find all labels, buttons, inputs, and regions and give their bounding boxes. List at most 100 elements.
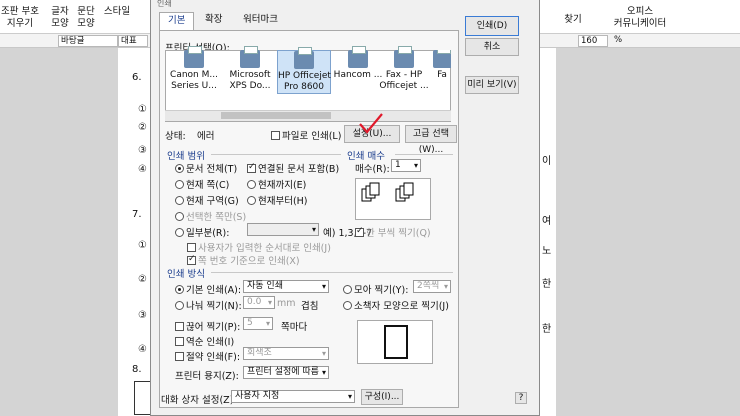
range-all-radio[interactable]: 문서 전체(T) <box>175 161 237 175</box>
doc-line: 한 <box>542 279 552 290</box>
doc-line: ④ <box>138 344 147 355</box>
doc-line: ③ <box>138 310 147 321</box>
doc-line: ① <box>138 240 147 251</box>
preview-button[interactable]: 미리 보기(V) <box>465 76 519 94</box>
doc-line: ② <box>138 122 147 133</box>
printer-item[interactable]: Fax - HP Officejet ... <box>377 46 431 92</box>
radio-icon <box>247 180 256 189</box>
split-print-radio[interactable]: 나눠 찍기(N): <box>175 298 242 312</box>
doc-line: ④ <box>138 164 147 175</box>
radio-icon <box>175 301 184 310</box>
style-select[interactable]: 바탕글 <box>58 35 118 47</box>
range-section-title: 인쇄 범위 <box>167 151 205 162</box>
checkbox-icon <box>187 243 196 252</box>
checkbox-icon <box>187 254 196 265</box>
radio-icon <box>175 180 184 189</box>
para-shape-button[interactable]: 문단 모양 <box>75 6 97 30</box>
printer-item[interactable]: Fa <box>433 50 451 81</box>
pages-radio[interactable]: 일부분(R): <box>175 225 229 239</box>
char-shape-button[interactable]: 글자 모양 <box>50 6 70 30</box>
doc-line: 이 <box>542 156 552 167</box>
printer-icon <box>433 50 451 68</box>
from-current-radio[interactable]: 현재부터(H) <box>247 193 308 207</box>
zoom-unit: % <box>614 35 623 45</box>
scrollbar-thumb[interactable] <box>221 112 331 119</box>
radio-icon <box>175 212 184 221</box>
checkbox-icon <box>175 352 184 361</box>
current-page-radio[interactable]: 현재 쪽(C) <box>175 177 229 191</box>
skip-suffix: 쪽마다 <box>281 322 308 333</box>
linked-docs-checkbox[interactable]: 연결된 문서 포함(B) <box>247 161 339 175</box>
printer-item[interactable]: Canon M... Series U... <box>167 46 221 92</box>
multi-page-select[interactable]: 2쪽씩 <box>413 280 451 293</box>
dialog-title: 인쇄 <box>157 0 172 8</box>
printer-item[interactable]: Microsoft XPS Do... <box>223 46 277 92</box>
dialog-settings-select[interactable]: 사용자 지정 <box>231 390 355 403</box>
doc-line: 여 <box>542 216 552 227</box>
radio-icon <box>343 285 352 294</box>
printer-icon <box>394 46 414 68</box>
skip-input[interactable]: 5 <box>243 317 273 330</box>
compose-button[interactable]: 구성(I)... <box>361 389 403 405</box>
save-print-select[interactable]: 회색조 <box>243 347 329 360</box>
style-button[interactable]: 스타일 <box>100 6 134 18</box>
printer-icon <box>240 46 260 68</box>
paper-select[interactable]: 프린터 설정에 따름 <box>243 366 329 379</box>
clear-markup-button[interactable]: 조판 부호 지우기 <box>0 6 40 30</box>
print-dialog: 인쇄 기본 확장 워터마크 프린터 선택(O): Canon M... Seri… <box>150 0 540 416</box>
skip-print-checkbox[interactable]: 끊어 찍기(P): <box>175 319 240 333</box>
collate-pages-icon <box>361 182 414 202</box>
to-current-radio[interactable]: 현재까지(E) <box>247 177 306 191</box>
pages-input[interactable] <box>247 223 319 236</box>
checkbox-icon <box>355 226 364 237</box>
tab-extended[interactable]: 확장 <box>197 12 230 30</box>
reverse-print-checkbox[interactable]: 역순 인쇄(I) <box>175 334 234 348</box>
page-preview-icon <box>384 325 408 359</box>
doc-line: ② <box>138 274 147 285</box>
status-label: 상태: <box>165 131 186 142</box>
help-button[interactable]: ? <box>515 392 527 404</box>
doc-line: 7. <box>132 209 142 220</box>
find-button[interactable]: 찾기 <box>558 14 588 26</box>
page-number-basis-checkbox[interactable]: 쪽 번호 기준으로 인쇄(X) <box>187 253 300 267</box>
tab-basic[interactable]: 기본 <box>159 12 195 30</box>
radio-icon <box>175 196 184 205</box>
font-select[interactable]: 대표 <box>118 35 148 47</box>
cancel-button[interactable]: 취소 <box>465 38 519 56</box>
advanced-button[interactable]: 고급 선택(W)... <box>405 125 457 155</box>
print-to-file-checkbox[interactable]: 파일로 인쇄(L) <box>271 128 341 142</box>
print-button[interactable]: 인쇄(D) <box>465 16 519 36</box>
checkbox-icon <box>175 322 184 331</box>
printer-icon <box>294 47 314 69</box>
tab-watermark[interactable]: 워터마크 <box>235 12 286 30</box>
paper-label: 프린터 용지(Z): <box>175 371 239 382</box>
default-print-select[interactable]: 자동 인쇄 <box>243 280 329 293</box>
printer-icon <box>184 46 204 68</box>
office-communicator-button[interactable]: 오피스 커뮤니케이터 <box>608 6 672 30</box>
radio-icon <box>175 164 184 173</box>
printer-item-selected[interactable]: HP Officejet Pro 8600 <box>277 47 331 94</box>
doc-line: 한 <box>542 324 552 335</box>
user-order-checkbox[interactable]: 사용자가 입력한 순서대로 인쇄(J) <box>187 240 331 254</box>
split-input[interactable]: 0.0 <box>243 296 275 309</box>
doc-line: 8. <box>132 364 142 375</box>
booklet-radio[interactable]: 소책자 모양으로 찍기(J) <box>343 298 449 312</box>
default-print-radio[interactable]: 기본 인쇄(A): <box>175 282 241 296</box>
zoom-select[interactable]: 160 <box>578 35 608 47</box>
dialog-settings-label: 대화 상자 설정(Z): <box>161 395 237 406</box>
copies-label: 매수(R): <box>355 164 390 175</box>
method-section-title: 인쇄 방식 <box>167 269 205 280</box>
multi-page-radio[interactable]: 모아 찍기(Y): <box>343 282 408 296</box>
copies-stepper[interactable]: 1 <box>391 159 421 172</box>
printer-icon <box>348 46 368 68</box>
radio-icon <box>343 301 352 310</box>
checkbox-icon <box>271 131 280 140</box>
collate-checkbox[interactable]: 한 부씩 찍기(Q) <box>355 225 431 239</box>
save-print-checkbox[interactable]: 절약 인쇄(F): <box>175 349 240 363</box>
current-section-radio[interactable]: 현재 구역(G) <box>175 193 239 207</box>
method-divider <box>211 272 453 273</box>
selection-radio[interactable]: 선택한 쪽만(S) <box>175 209 246 223</box>
collate-preview <box>355 178 431 220</box>
check-mark-annotation <box>359 113 383 134</box>
copies-divider <box>395 154 453 155</box>
